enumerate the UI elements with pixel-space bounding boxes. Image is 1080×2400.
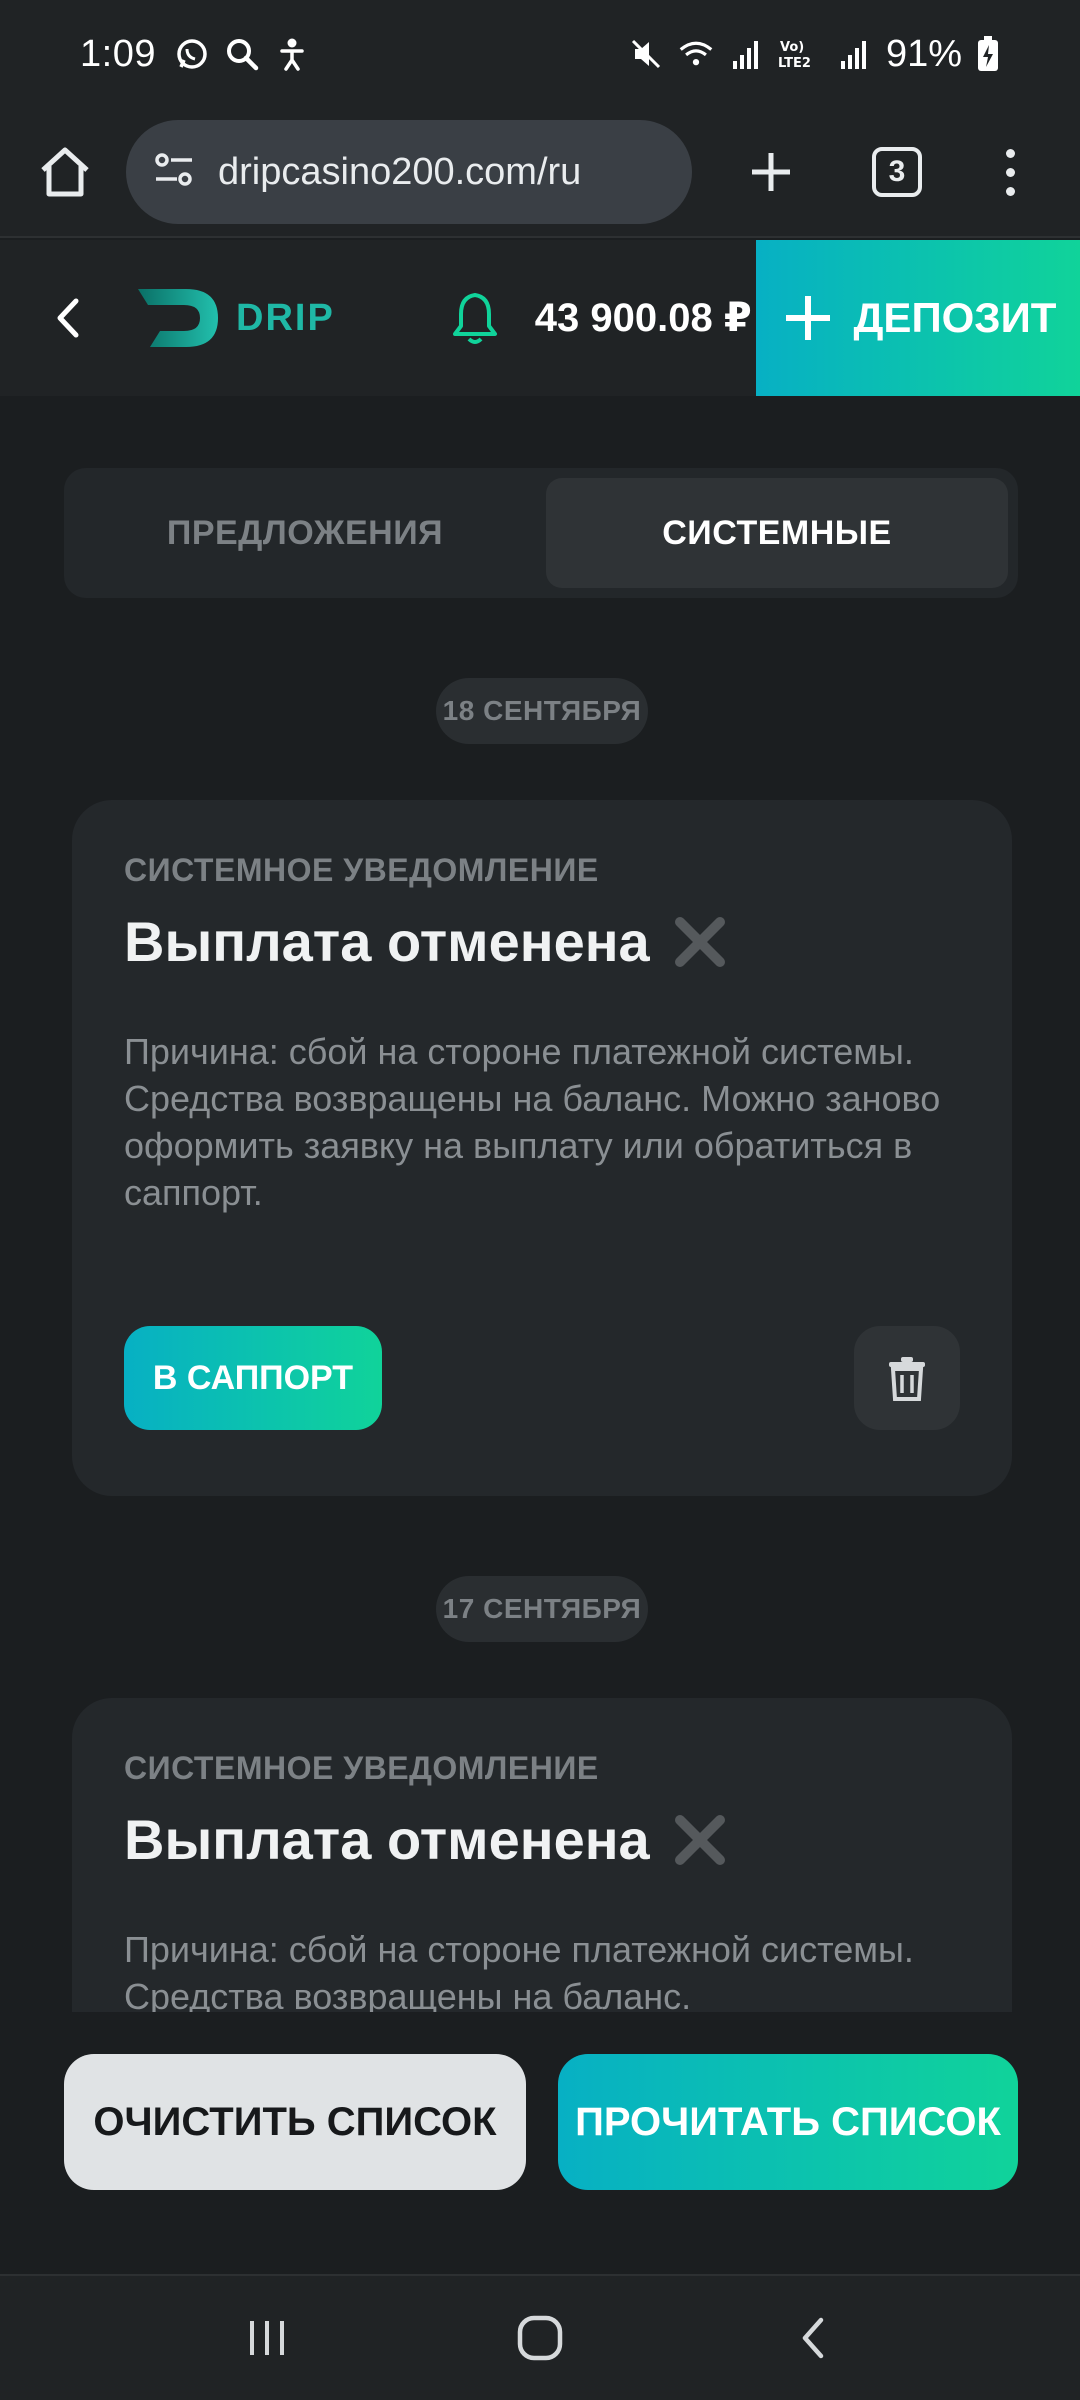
notification-title: Выплата отменена	[124, 1807, 960, 1872]
battery-percent: 91%	[885, 32, 962, 75]
whatsapp-icon	[174, 36, 210, 72]
battery-charging-icon	[976, 36, 1000, 72]
tab-system[interactable]: СИСТЕМНЫЕ	[546, 478, 1008, 588]
status-bar: 1:09 Vo) LTE2 91%	[0, 0, 1080, 108]
notification-tabs: ПРЕДЛОЖЕНИЯ СИСТЕМНЫЕ	[64, 468, 1018, 598]
home-button[interactable]	[30, 137, 100, 207]
status-icons-left	[174, 36, 310, 72]
notification-kicker: СИСТЕМНОЕ УВЕДОМЛЕНИЕ	[124, 1750, 599, 1786]
cross-mark-icon	[672, 1812, 728, 1868]
system-nav-bar	[0, 2274, 1080, 2400]
signal-icon	[836, 36, 872, 72]
browser-menu-button[interactable]	[990, 137, 1030, 207]
cross-mark-icon	[672, 914, 728, 970]
menu-dot	[1005, 167, 1015, 177]
menu-dot	[1005, 148, 1015, 158]
deposit-button[interactable]: ДЕПОЗИТ	[756, 240, 1080, 396]
delete-notification-button[interactable]	[854, 1326, 960, 1430]
notification-kicker: СИСТЕМНОЕ УВЕДОМЛЕНИЕ	[124, 852, 599, 888]
back-button[interactable]	[28, 278, 108, 358]
status-time: 1:09	[80, 32, 156, 75]
recents-icon	[249, 2321, 284, 2355]
tab-switcher-button[interactable]: 3	[872, 147, 922, 197]
accessibility-icon	[274, 36, 310, 72]
trash-icon	[889, 1357, 925, 1401]
svg-text:LTE2: LTE2	[778, 56, 811, 71]
back-nav-button[interactable]	[768, 2293, 858, 2383]
home-icon	[41, 147, 89, 197]
bottom-actions: ОЧИСТИТЬ СПИСОК ПРОЧИТАТЬ СПИСОК	[64, 2054, 1018, 2190]
home-circle-icon	[517, 2315, 563, 2361]
notification-title: Выплата отменена	[124, 909, 960, 974]
notification-card: СИСТЕМНОЕ УВЕДОМЛЕНИЕ Выплата отменена П…	[72, 800, 1012, 1496]
site-header: DRIP 43 900.08 ₽ ДЕПОЗИТ	[0, 240, 1080, 396]
drip-logo-icon	[138, 289, 218, 347]
balance-amount[interactable]: 43 900.08 ₽	[535, 295, 752, 341]
search-icon	[224, 36, 260, 72]
browser-toolbar: dripcasino200.com/ru 3	[0, 108, 1080, 238]
chevron-left-icon	[803, 2317, 824, 2359]
menu-dot	[1005, 186, 1015, 196]
tab-offers[interactable]: ПРЕДЛОЖЕНИЯ	[74, 478, 536, 588]
clear-list-button[interactable]: ОЧИСТИТЬ СПИСОК	[64, 2054, 526, 2190]
volte-icon: Vo) LTE2	[778, 36, 822, 72]
notification-title-text: Выплата отменена	[124, 910, 650, 973]
notifications-button[interactable]	[445, 288, 505, 348]
notification-body: Причина: сбой на стороне платежной систе…	[124, 1929, 914, 2017]
bell-icon	[452, 293, 497, 344]
plus-icon	[752, 153, 790, 191]
address-bar[interactable]: dripcasino200.com/ru	[126, 120, 692, 224]
chevron-left-icon	[57, 298, 79, 338]
plus-icon	[785, 296, 830, 340]
notification-title-text: Выплата отменена	[124, 1808, 650, 1871]
signal-icon	[728, 36, 764, 72]
support-button[interactable]: В САППОРТ	[124, 1326, 382, 1430]
logo-text: DRIP	[236, 296, 335, 339]
site-logo[interactable]: DRIP	[136, 287, 335, 349]
wifi-icon	[678, 36, 714, 72]
date-separator: 18 СЕНТЯБРЯ	[436, 678, 648, 744]
notification-actions: В САППОРТ	[124, 1326, 960, 1430]
site-settings-icon[interactable]	[152, 148, 196, 197]
new-tab-button[interactable]	[736, 137, 806, 207]
read-list-button[interactable]: ПРОЧИТАТЬ СПИСОК	[558, 2054, 1018, 2190]
status-icons-right: Vo) LTE2 91%	[628, 33, 1000, 76]
mute-icon	[628, 36, 664, 72]
svg-text:Vo): Vo)	[780, 40, 804, 55]
deposit-label: ДЕПОЗИТ	[853, 294, 1057, 341]
date-separator: 17 СЕНТЯБРЯ	[436, 1576, 648, 1642]
home-nav-button[interactable]	[495, 2293, 585, 2383]
recent-apps-button[interactable]	[222, 2293, 312, 2383]
url-text[interactable]: dripcasino200.com/ru	[218, 151, 581, 194]
notification-body: Причина: сбой на стороне платежной систе…	[124, 1031, 941, 1213]
